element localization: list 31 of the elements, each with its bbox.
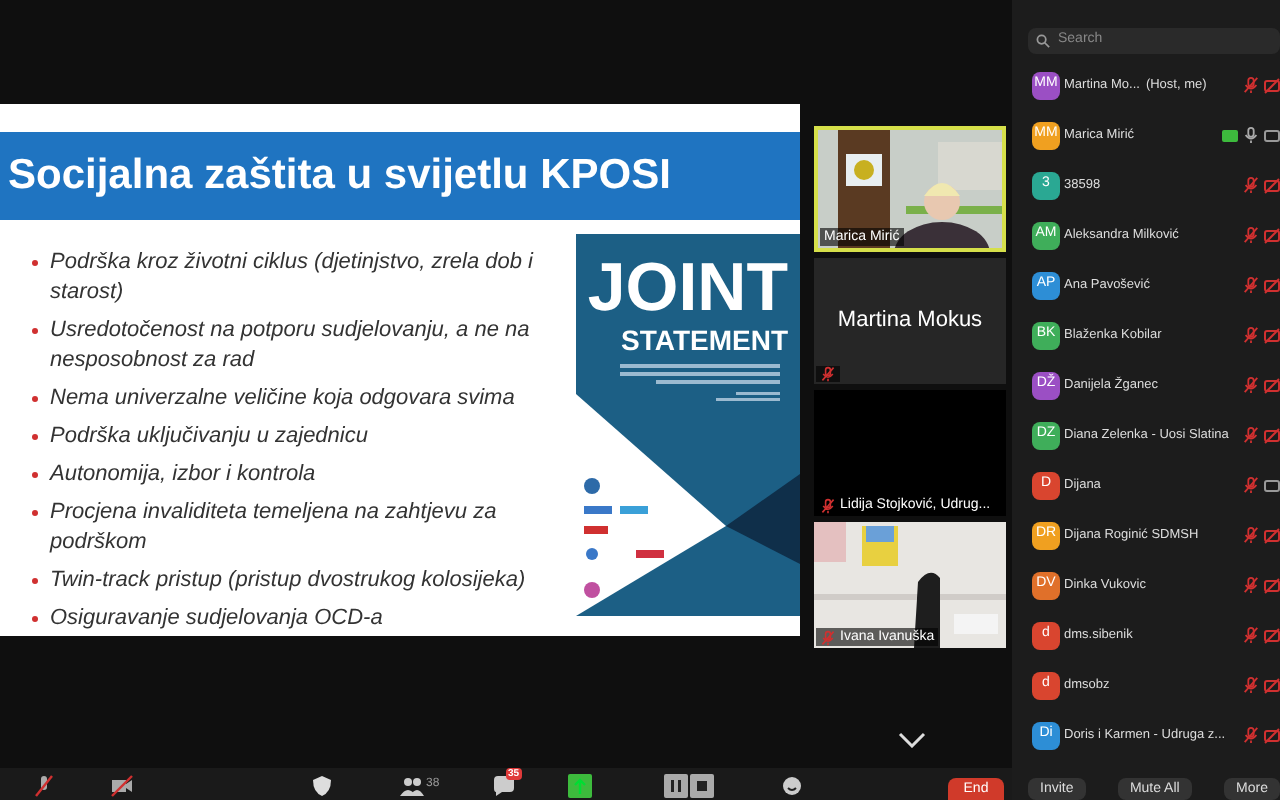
smiley-icon[interactable] — [780, 774, 804, 798]
cover-title: JOINT — [587, 254, 788, 322]
bullet-text: Osiguravanje sudjelovanja OCD-a — [50, 604, 383, 634]
bullet-icon — [32, 260, 38, 266]
bullet-text: Autonomija, izbor i kontrola — [50, 460, 316, 490]
bullet-text: Twin-track pristup (pristup dvostrukog kolosijeka) — [50, 566, 526, 596]
bullet-icon — [32, 328, 38, 334]
chevron-down-icon[interactable] — [898, 732, 926, 748]
shield-icon[interactable] — [310, 774, 334, 798]
bullet-icon — [32, 578, 38, 584]
people-icon[interactable] — [400, 774, 424, 798]
bullet-icon — [32, 616, 38, 622]
bullet-text: Podrška kroz životni ciklus (djetinjstvo, zrela dob i starost) — [50, 248, 536, 308]
chat-icon[interactable] — [492, 774, 516, 798]
logos-drawing — [584, 478, 664, 598]
bullet-icon — [32, 472, 38, 478]
pause-icon[interactable] — [664, 774, 688, 798]
video-off-icon[interactable] — [110, 774, 134, 798]
bullet-text: Nema univerzalne veličine koja odgovara svima — [50, 384, 515, 414]
search-icon — [1036, 34, 1050, 48]
stop-icon[interactable] — [690, 774, 714, 798]
bullet-icon — [32, 510, 38, 516]
cover-subtitle: STATEMENT — [621, 326, 788, 354]
muted-mic-icon[interactable] — [32, 774, 56, 798]
bullet-icon — [32, 396, 38, 402]
slide-title: Socijalna zaštita u svijetlu KPOSI — [8, 150, 671, 203]
participant-name: Martina Mokus — [837, 306, 983, 337]
bullet-text: Usredotočenost na potporu sudjelovanju, a ne na nesposobnost za rad — [50, 316, 532, 376]
bullet-text: Procjena invaliditeta temeljena na zahtjevu za podrškom — [50, 498, 499, 558]
bullet-icon — [32, 434, 38, 440]
bullet-text: Podrška uključivanju u zajednicu — [50, 422, 368, 452]
